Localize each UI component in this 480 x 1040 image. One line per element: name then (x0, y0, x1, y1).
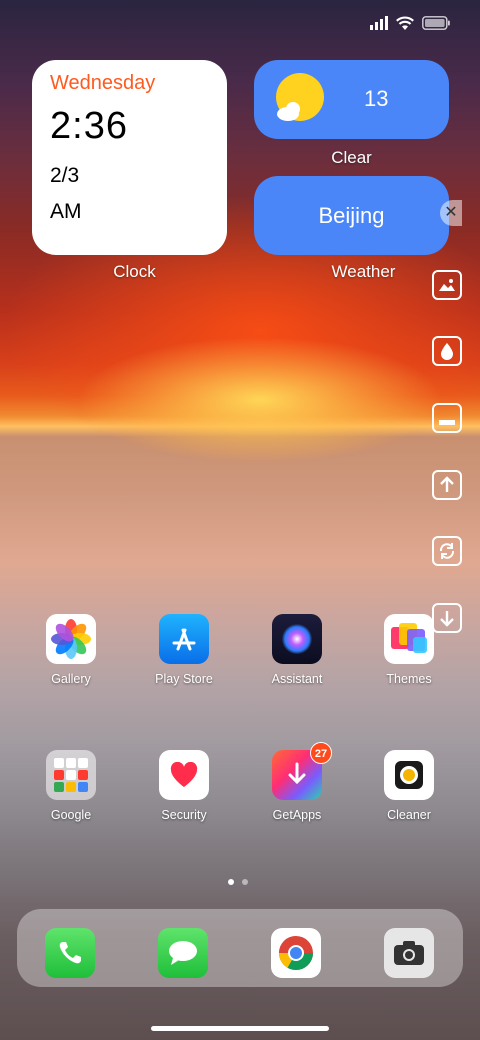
app-google-folder[interactable]: Google (26, 750, 116, 822)
app-label: Assistant (271, 672, 323, 686)
app-label: Security (161, 808, 207, 822)
clock-widget-label: Clock (113, 262, 156, 281)
home-indicator[interactable] (151, 1026, 329, 1031)
app-security[interactable]: Security (139, 750, 229, 822)
app-label: Google (50, 808, 92, 822)
app-label: Themes (386, 672, 432, 686)
weather-city: Beijing (318, 202, 385, 228)
app-assistant[interactable]: Assistant (252, 614, 342, 686)
refresh-icon[interactable] (432, 536, 462, 566)
getapps-icon: 27 (272, 742, 332, 800)
status-bar (370, 16, 450, 30)
page-dot-active[interactable] (228, 879, 234, 885)
assistant-icon (272, 614, 322, 664)
page-dot[interactable] (242, 879, 248, 885)
themes-icon (384, 614, 434, 664)
app-play-store[interactable]: Play Store (139, 614, 229, 686)
clock-time: 2:36 (50, 105, 128, 147)
clock-date: 2/3 (50, 164, 80, 187)
app-label: Cleaner (387, 808, 431, 822)
dock (17, 909, 463, 987)
weather-condition: Clear (331, 148, 372, 167)
drop-icon[interactable] (432, 336, 462, 366)
app-label: GetApps (272, 808, 322, 822)
app-cleaner[interactable]: Cleaner (364, 750, 454, 822)
clock-day: Wednesday (50, 72, 156, 94)
chrome-icon[interactable] (271, 928, 321, 978)
clock-ampm: AM (50, 200, 82, 223)
security-icon (159, 750, 209, 800)
signal-icon (370, 16, 388, 30)
weather-widget-bottom[interactable]: Beijing (254, 176, 449, 255)
play-store-icon (159, 614, 209, 664)
app-getapps[interactable]: 27 GetApps (252, 742, 342, 822)
clock-widget[interactable]: Wednesday 2:36 2/3 AM (32, 60, 227, 255)
gallery-icon (46, 614, 96, 664)
cleaner-icon (384, 750, 434, 800)
phone-icon[interactable] (45, 928, 95, 978)
weather-temperature: 13 (364, 86, 389, 111)
upload-icon[interactable] (432, 470, 462, 500)
camera-icon[interactable] (384, 928, 434, 978)
app-label: Gallery (51, 672, 91, 686)
partly-sunny-icon (276, 73, 324, 121)
notification-badge: 27 (310, 742, 332, 764)
app-gallery[interactable]: Gallery (26, 614, 116, 686)
close-icon[interactable]: ✕ (440, 200, 462, 226)
wifi-icon (396, 16, 414, 30)
image-icon[interactable] (432, 270, 462, 300)
page-indicator (228, 879, 248, 885)
app-themes[interactable]: Themes (364, 614, 454, 686)
messages-icon[interactable] (158, 928, 208, 978)
app-label: Play Store (155, 672, 213, 686)
weather-widget-top[interactable]: 13 (254, 60, 449, 139)
google-folder-icon (46, 750, 96, 800)
battery-icon (422, 16, 450, 30)
panel-icon[interactable] (432, 403, 462, 433)
